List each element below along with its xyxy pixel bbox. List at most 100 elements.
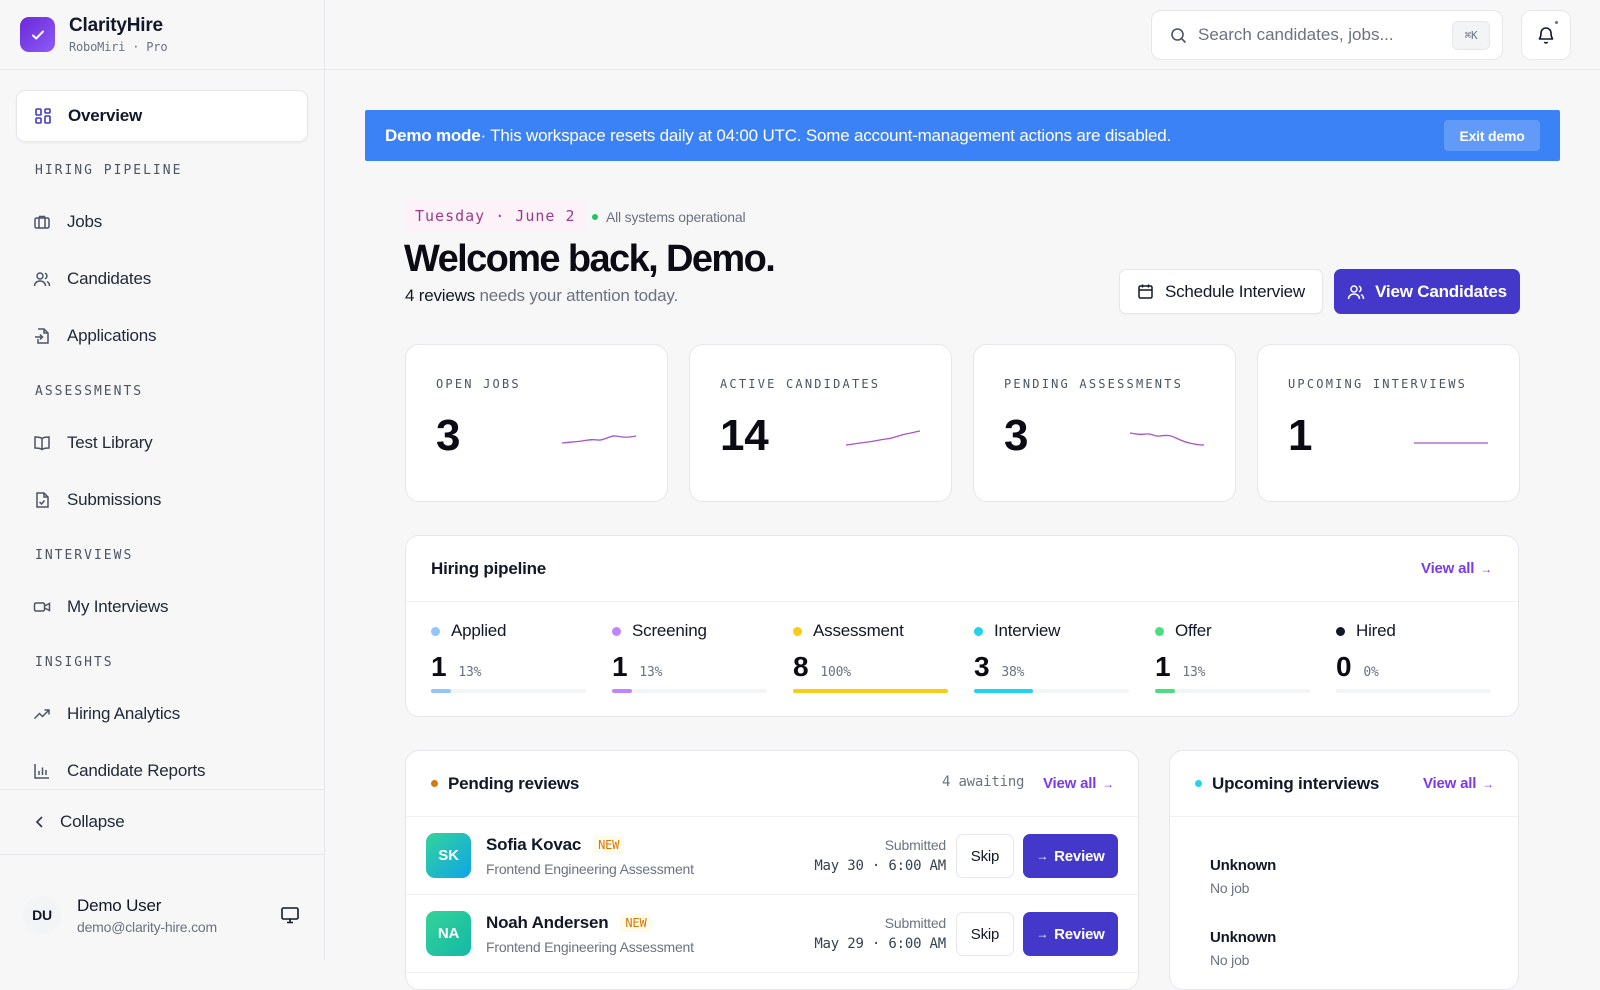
stat-label: ACTIVE CANDIDATES bbox=[720, 377, 881, 391]
upcoming-title: Upcoming interviews bbox=[1212, 773, 1380, 793]
stage-percent: 100% bbox=[820, 665, 851, 680]
pipeline-title: Hiring pipeline bbox=[406, 536, 1518, 602]
stage-label: Interview bbox=[994, 621, 1061, 640]
stage-percent: 38% bbox=[1001, 665, 1025, 680]
stage-label: Hired bbox=[1356, 621, 1396, 640]
stage-progress-fill bbox=[974, 689, 1033, 693]
file-check-icon bbox=[32, 490, 52, 510]
review-label: Review bbox=[1054, 847, 1105, 865]
stat-card-open-jobs[interactable]: OPEN JOBS 3 bbox=[405, 344, 668, 502]
interview-item[interactable]: Unknown No job bbox=[1210, 929, 1276, 968]
stage-name: Applied bbox=[431, 621, 587, 641]
calendar-icon bbox=[1137, 283, 1155, 301]
collapse-button[interactable]: Collapse bbox=[0, 789, 324, 855]
sidebar-nav: Overview HIRING PIPELINE Jobs Candidates… bbox=[0, 70, 324, 798]
avatar: DU bbox=[23, 896, 61, 934]
demo-banner: Demo mode · This workspace resets daily … bbox=[365, 110, 1560, 161]
stage-percent: 13% bbox=[1182, 665, 1206, 680]
arrow-right-icon: → bbox=[1480, 561, 1492, 576]
collapse-label: Collapse bbox=[60, 812, 125, 831]
submitted-date: May 29 · 6:00 AM bbox=[814, 936, 946, 952]
candidate-name: Sofia Kovac bbox=[486, 835, 582, 854]
upcoming-view-all-link[interactable]: View all → bbox=[1423, 775, 1494, 792]
stage-dot bbox=[1336, 626, 1345, 636]
stage-name: Hired bbox=[1336, 621, 1492, 641]
review-button[interactable]: → Review bbox=[1023, 834, 1118, 878]
interview-item[interactable]: Unknown No job bbox=[1210, 857, 1276, 896]
reviews-header: Pending reviews bbox=[406, 751, 1138, 817]
sparkline-icon bbox=[1414, 442, 1488, 444]
pipeline-stage[interactable]: Hired 0 0% bbox=[1336, 621, 1492, 693]
schedule-interview-button[interactable]: Schedule Interview bbox=[1119, 269, 1323, 314]
topbar: ⌘K bbox=[325, 0, 1600, 70]
bell-icon bbox=[1536, 25, 1556, 45]
view-all-label: View all bbox=[1043, 775, 1097, 792]
trending-up-icon bbox=[32, 704, 52, 724]
brand[interactable]: ClarityHire RoboMiri · Pro bbox=[0, 0, 324, 70]
reviews-title: Pending reviews bbox=[448, 773, 580, 793]
stage-count: 1 bbox=[431, 651, 447, 682]
view-candidates-button[interactable]: View Candidates bbox=[1334, 269, 1520, 314]
stat-card-active-candidates[interactable]: ACTIVE CANDIDATES 14 bbox=[689, 344, 952, 502]
stage-progress-fill bbox=[793, 689, 948, 693]
sparkline-icon bbox=[845, 430, 921, 446]
stat-value: 1 bbox=[1288, 411, 1313, 460]
pipeline-stage[interactable]: Interview 3 38% bbox=[974, 621, 1130, 693]
stat-card-upcoming-interviews[interactable]: UPCOMING INTERVIEWS 1 bbox=[1257, 344, 1520, 502]
user-profile[interactable]: DU Demo User demo@clarity-hire.com bbox=[0, 880, 324, 950]
user-email: demo@clarity-hire.com bbox=[77, 918, 217, 935]
review-button[interactable]: → Review bbox=[1023, 912, 1118, 956]
sidebar-item-label: Candidates bbox=[67, 269, 152, 288]
search-box[interactable]: ⌘K bbox=[1151, 10, 1503, 60]
pipeline-stage[interactable]: Offer 1 13% bbox=[1155, 621, 1311, 693]
sidebar-item-overview[interactable]: Overview bbox=[16, 90, 308, 142]
review-row[interactable]: SK Sofia Kovac NEW Frontend Engineering Ass… bbox=[406, 817, 1138, 895]
pipeline-stage[interactable]: Assessment 8 100% bbox=[793, 621, 949, 693]
banner-title: Demo mode bbox=[385, 125, 481, 145]
pipeline-stage[interactable]: Screening 1 13% bbox=[612, 621, 768, 693]
candidate-name: Noah Andersen bbox=[486, 913, 609, 932]
pipeline-view-all-link[interactable]: View all → bbox=[1421, 560, 1492, 577]
stat-label: UPCOMING INTERVIEWS bbox=[1288, 377, 1468, 391]
submitted-label: Submitted bbox=[884, 837, 946, 853]
sidebar-item-applications[interactable]: Applications bbox=[16, 309, 308, 363]
pipeline-stage[interactable]: Applied 1 13% bbox=[431, 621, 587, 693]
sidebar-item-test-library[interactable]: Test Library bbox=[16, 416, 308, 470]
sidebar-item-jobs[interactable]: Jobs bbox=[16, 195, 308, 249]
sidebar-item-submissions[interactable]: Submissions bbox=[16, 473, 308, 527]
skip-button[interactable]: Skip bbox=[956, 912, 1014, 956]
sidebar-item-candidates[interactable]: Candidates bbox=[16, 252, 308, 306]
notifications-button[interactable] bbox=[1521, 10, 1571, 60]
reviews-view-all-link[interactable]: View all → bbox=[1043, 775, 1114, 792]
skip-button[interactable]: Skip bbox=[956, 834, 1014, 878]
arrow-right-icon: → bbox=[1102, 776, 1114, 791]
view-all-label: View all bbox=[1423, 775, 1477, 792]
user-name: Demo User bbox=[77, 895, 162, 915]
stat-card-pending-assessments[interactable]: PENDING ASSESSMENTS 3 bbox=[973, 344, 1236, 502]
sidebar-item-my-interviews[interactable]: My Interviews bbox=[16, 580, 308, 634]
search-input[interactable] bbox=[1198, 25, 1438, 45]
stat-value: 3 bbox=[436, 411, 461, 460]
stage-count: 3 bbox=[974, 651, 990, 682]
exit-demo-button[interactable]: Exit demo bbox=[1444, 120, 1540, 151]
stage-label: Offer bbox=[1175, 621, 1212, 640]
section-insights: INSIGHTS bbox=[35, 654, 114, 670]
review-row[interactable]: NA Noah Andersen NEW Frontend Engineering A… bbox=[406, 895, 1138, 973]
review-label: Review bbox=[1054, 925, 1105, 943]
sparkline-icon bbox=[1129, 432, 1205, 446]
stage-dot bbox=[431, 626, 440, 636]
attention-count: 4 reviews bbox=[405, 286, 476, 305]
stage-label: Applied bbox=[451, 621, 507, 640]
interview-candidate: Unknown bbox=[1210, 929, 1277, 946]
stage-count: 1 bbox=[1155, 651, 1171, 682]
stage-progress-track bbox=[1336, 689, 1491, 693]
stage-dot bbox=[793, 626, 802, 636]
arrow-right-icon: → bbox=[1036, 849, 1049, 863]
system-status-text: All systems operational bbox=[606, 209, 746, 225]
stat-value: 14 bbox=[720, 411, 769, 460]
monitor-icon[interactable] bbox=[280, 905, 300, 925]
sidebar-item-hiring-analytics[interactable]: Hiring Analytics bbox=[16, 687, 308, 741]
sidebar-item-label: Test Library bbox=[67, 433, 153, 452]
stage-progress-fill bbox=[1155, 689, 1176, 693]
section-assessments: ASSESSMENTS bbox=[35, 383, 144, 399]
